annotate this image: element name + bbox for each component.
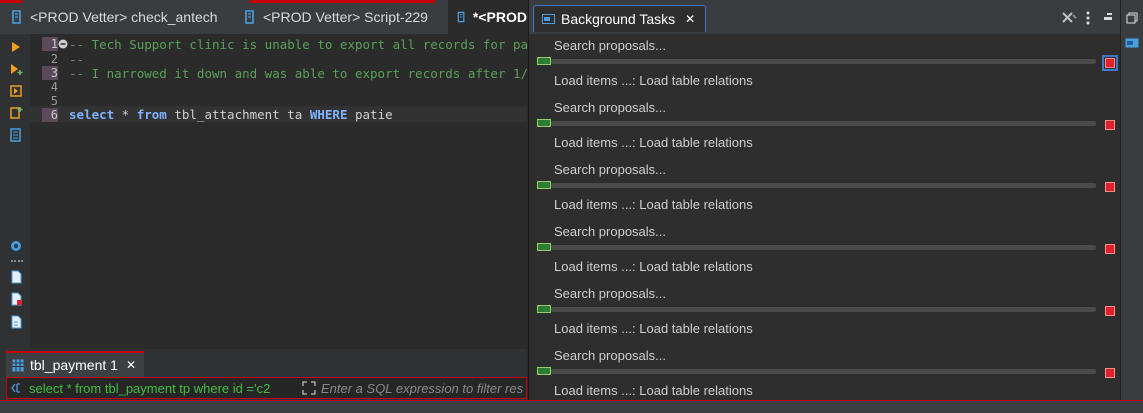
progress-icon (537, 243, 551, 251)
format-sql-icon[interactable] (9, 315, 23, 329)
cancel-task-button[interactable] (1102, 55, 1118, 71)
background-tasks-view: Background Tasks ✕ Search proposals... L… (528, 0, 1120, 412)
minimize-icon[interactable] (1103, 12, 1113, 22)
sql-keyword: select (69, 107, 115, 122)
editor-side-toolbar (0, 34, 30, 349)
sql-text: tbl_attachment ta (166, 107, 310, 122)
toolbar-separator (11, 260, 23, 262)
progress-icon (537, 305, 551, 313)
progress-bar (551, 307, 1096, 312)
task-detail: Load items ...: Load table relations (554, 197, 753, 212)
sql-text: patie (347, 107, 393, 122)
settings-icon[interactable] (9, 239, 23, 253)
task-name: Search proposals... (554, 348, 667, 363)
code-line: -- I narrowed it down and was able to ex… (69, 66, 527, 81)
cancel-task-button[interactable] (1105, 368, 1115, 378)
task-name: Search proposals... (554, 100, 667, 115)
close-icon[interactable]: ✕ (126, 358, 136, 372)
sql-text: * (114, 107, 137, 122)
results-tab-label: tbl_payment 1 (30, 357, 118, 373)
tab-label: *<PROD (472, 9, 527, 25)
expand-icon[interactable] (301, 380, 317, 396)
cancel-task-button[interactable] (1105, 306, 1115, 316)
restore-icon[interactable] (1126, 12, 1138, 24)
table-icon (12, 359, 24, 371)
line-number: 5 (50, 94, 58, 108)
task-name: Search proposals... (554, 286, 667, 301)
editor-tab-check-antech[interactable]: <PROD Vetter> check_antech (10, 0, 235, 34)
cancel-task-button[interactable] (1105, 182, 1115, 192)
cancel-task-button[interactable] (1105, 120, 1115, 130)
progress-bar (551, 245, 1096, 250)
sql-query-icon (11, 383, 20, 393)
close-icon[interactable]: ✕ (685, 12, 695, 26)
task-name: Search proposals... (554, 38, 667, 53)
document-icon[interactable] (9, 270, 23, 284)
load-script-icon[interactable] (9, 292, 23, 306)
progress-view-icon[interactable] (1125, 38, 1139, 48)
code-line: -- (69, 52, 85, 67)
sql-script-icon (12, 10, 21, 24)
query-text: select * from tbl_payment tp where id ='… (29, 380, 271, 396)
execute-new-tab-icon[interactable] (9, 62, 23, 76)
editor-tab-bar: <PROD Vetter> check_antech <PROD Vetter>… (0, 0, 527, 34)
task-detail: Load items ...: Load table relations (554, 321, 753, 336)
line-number: 1 (42, 37, 58, 51)
view-menu-icon[interactable] (1085, 11, 1091, 25)
task-name: Search proposals... (554, 224, 667, 239)
task-detail: Load items ...: Load table relations (554, 135, 753, 150)
sql-editor[interactable]: 1 -- Tech Support clinic is unable to ex… (30, 34, 527, 349)
tab-label: <PROD Vetter> check_antech (30, 9, 218, 25)
fold-collapse-icon[interactable] (58, 39, 68, 49)
sql-keyword: from (136, 107, 167, 122)
code-line: select * from tbl_attachment ta WHERE pa… (69, 107, 393, 122)
task-detail: Load items ...: Load table relations (554, 73, 753, 88)
line-number: 3 (42, 66, 58, 80)
execute-script-new-tab-icon[interactable] (9, 106, 23, 120)
execute-statement-icon[interactable] (9, 40, 23, 54)
line-number: 4 (50, 80, 58, 94)
task-detail: Load items ...: Load table relations (554, 383, 753, 398)
filter-input[interactable]: Enter a SQL expression to filter res (321, 381, 523, 396)
right-trim-bar (1120, 0, 1143, 412)
editor-tab-active[interactable]: *<PROD (448, 0, 527, 34)
progress-bar (551, 183, 1096, 188)
line-number: 2 (50, 52, 58, 66)
filter-bar[interactable]: select * from tbl_payment tp where id ='… (6, 377, 527, 399)
sql-script-icon (245, 10, 254, 24)
sql-script-icon (457, 11, 465, 23)
remove-all-finished-icon[interactable] (1061, 11, 1077, 25)
view-title: Background Tasks (561, 11, 676, 27)
progress-icon (537, 119, 551, 127)
explain-plan-icon[interactable] (9, 128, 23, 142)
sql-keyword: WHERE (309, 107, 348, 122)
editor-tab-script-229[interactable]: <PROD Vetter> Script-229 (243, 0, 443, 34)
progress-icon (537, 57, 551, 65)
progress-bar (551, 59, 1096, 64)
line-number: 6 (42, 108, 58, 122)
results-grid-header (0, 400, 1143, 413)
progress-icon (537, 367, 551, 375)
task-detail: Load items ...: Load table relations (554, 259, 753, 274)
cancel-task-button[interactable] (1105, 244, 1115, 254)
progress-view-icon (542, 14, 555, 24)
task-name: Search proposals... (554, 162, 667, 177)
execute-script-icon[interactable] (9, 84, 23, 98)
code-line: -- Tech Support clinic is unable to expo… (69, 37, 527, 52)
progress-icon (537, 181, 551, 189)
tab-label: <PROD Vetter> Script-229 (263, 9, 428, 25)
progress-bar (551, 121, 1096, 126)
results-tab[interactable]: tbl_payment 1 ✕ (6, 351, 145, 377)
progress-bar (551, 369, 1096, 374)
view-title-bar: Background Tasks ✕ (529, 0, 1120, 34)
background-tasks-tab[interactable]: Background Tasks ✕ (533, 5, 707, 32)
